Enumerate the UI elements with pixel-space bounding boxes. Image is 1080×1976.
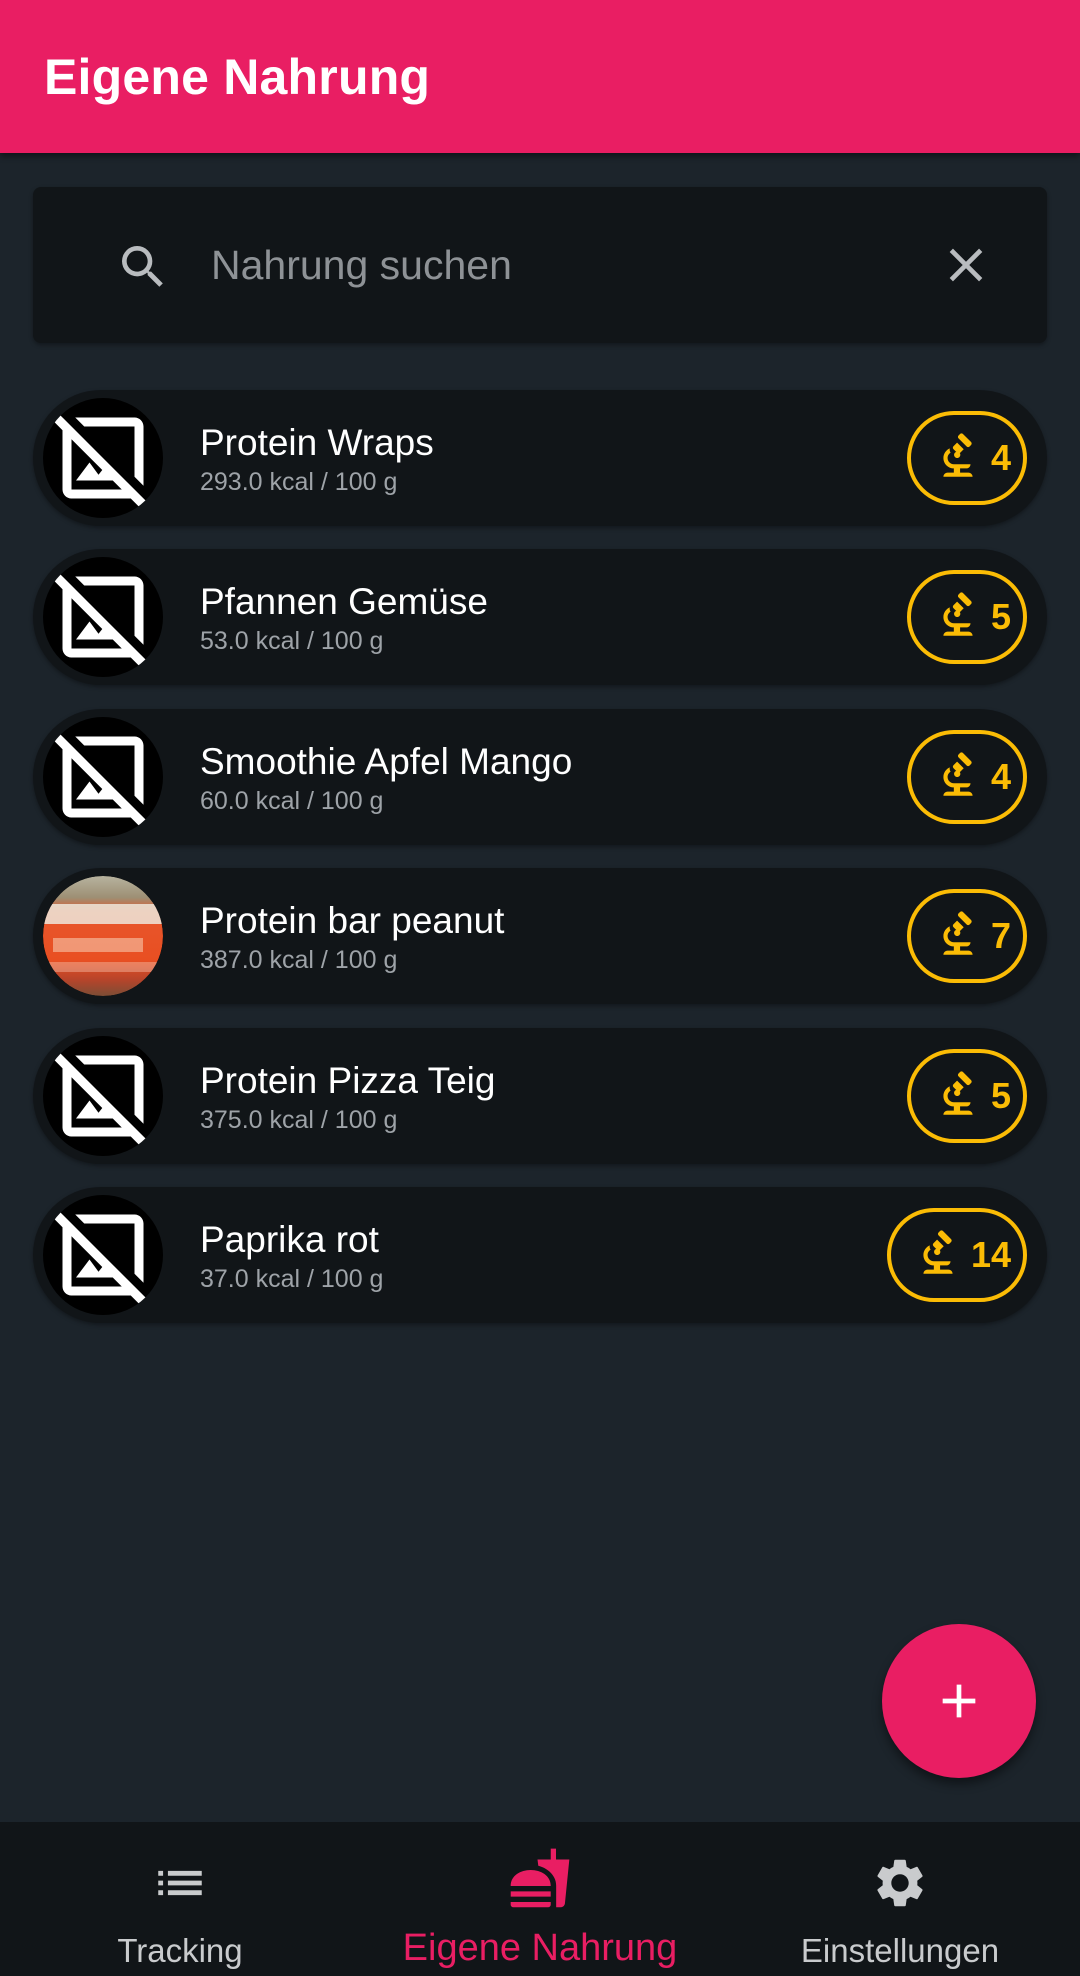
usage-badge[interactable]: 4 (906, 730, 1027, 824)
food-calories: 293.0 kcal / 100 g (200, 468, 398, 496)
food-name: Smoothie Apfel Mango (200, 741, 573, 782)
list-item[interactable]: Smoothie Apfel Mango 60.0 kcal / 100 g 4 (33, 709, 1047, 845)
avatar (43, 717, 163, 837)
app-root: Eigene Nahrung Protein Wraps 293.0 kcal … (0, 0, 1080, 1976)
no-image-icon (52, 413, 148, 509)
avatar (43, 876, 163, 996)
list-item[interactable]: Protein Wraps 293.0 kcal / 100 g 4 (33, 390, 1047, 526)
usage-count: 14 (970, 1234, 1011, 1275)
usage-badge[interactable]: 14 (886, 1208, 1027, 1302)
usage-count: 5 (990, 596, 1011, 637)
usage-count: 4 (990, 756, 1011, 797)
fastfood-icon (510, 1848, 570, 1908)
list-item[interactable]: Protein bar peanut 387.0 kcal / 100 g 7 (33, 868, 1047, 1004)
food-name: Protein Pizza Teig (200, 1060, 496, 1101)
list-item[interactable]: Pfannen Gemüse 53.0 kcal / 100 g 5 (33, 549, 1047, 685)
nav-label: Tracking (117, 1932, 243, 1969)
search-input[interactable] (211, 227, 931, 303)
usage-count: 7 (990, 915, 1011, 956)
search-bar[interactable] (33, 187, 1047, 343)
usage-badge[interactable]: 5 (906, 1049, 1027, 1143)
food-name: Protein bar peanut (200, 900, 505, 941)
no-image-icon (52, 1210, 148, 1306)
clear-search-icon[interactable] (938, 237, 994, 293)
usage-count: 5 (990, 1075, 1011, 1116)
avatar (43, 557, 163, 677)
list-icon (158, 1870, 202, 1896)
food-calories: 37.0 kcal / 100 g (200, 1265, 384, 1293)
usage-count: 4 (990, 437, 1011, 478)
page-title: Eigene Nahrung (44, 48, 431, 105)
nav-tracking[interactable]: Tracking (0, 1822, 360, 1976)
nav-eigene-nahrung[interactable]: Eigene Nahrung (360, 1822, 720, 1976)
microscope-icon (943, 1071, 973, 1115)
list-item[interactable]: Protein Pizza Teig 375.0 kcal / 100 g 5 (33, 1028, 1047, 1164)
nav-einstellungen[interactable]: Einstellungen (720, 1822, 1080, 1976)
microscope-icon (943, 911, 973, 955)
no-image-icon (52, 1051, 148, 1147)
no-image-icon (52, 572, 148, 668)
avatar (43, 1195, 163, 1315)
avatar (43, 398, 163, 518)
avatar (43, 1036, 163, 1156)
product-photo (43, 876, 163, 996)
usage-badge[interactable]: 5 (906, 570, 1027, 664)
no-image-icon (52, 732, 148, 828)
microscope-icon (943, 433, 973, 477)
food-calories: 53.0 kcal / 100 g (200, 627, 384, 655)
bottom-navigation: Tracking Eigene Nahrung Einstellungen (0, 1822, 1080, 1976)
search-icon (122, 246, 163, 287)
list-item[interactable]: Paprika rot 37.0 kcal / 100 g 14 (33, 1187, 1047, 1323)
food-calories: 60.0 kcal / 100 g (200, 787, 384, 815)
app-bar: Eigene Nahrung (0, 0, 1080, 153)
nav-label: Einstellungen (800, 1932, 1000, 1969)
food-name: Pfannen Gemüse (200, 581, 488, 622)
usage-badge[interactable]: 4 (906, 411, 1027, 505)
food-name: Paprika rot (200, 1219, 379, 1260)
food-calories: 387.0 kcal / 100 g (200, 946, 398, 974)
microscope-icon (943, 752, 973, 796)
add-food-button[interactable] (882, 1624, 1036, 1778)
plus-icon (942, 1684, 976, 1718)
microscope-icon (923, 1230, 953, 1274)
gear-icon (877, 1859, 923, 1907)
usage-badge[interactable]: 7 (906, 889, 1027, 983)
nav-label: Eigene Nahrung (402, 1927, 678, 1969)
microscope-icon (943, 592, 973, 636)
food-name: Protein Wraps (200, 422, 434, 463)
food-calories: 375.0 kcal / 100 g (200, 1106, 398, 1134)
